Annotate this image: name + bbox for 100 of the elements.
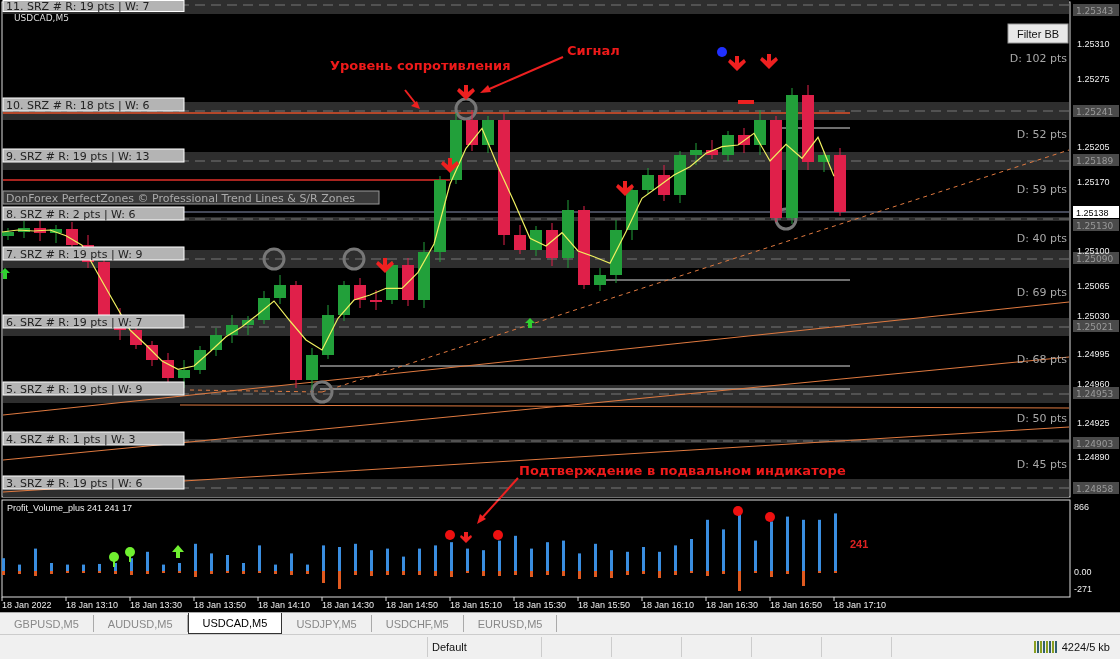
zone-price-tag: 1.24953: [1073, 387, 1119, 399]
dot-marker: [445, 530, 455, 540]
indicator-title: Profit_Volume_plus 241 241 17: [7, 503, 133, 513]
zone-label: 5. SRZ # R: 19 pts | W: 9: [2, 381, 185, 396]
time-label: 18 Jan 16:10: [642, 600, 695, 610]
candlestick: [738, 127, 750, 154]
distance-label: D: 59 pts: [1016, 183, 1067, 196]
volume-bar: [754, 540, 757, 573]
candlestick: [418, 241, 430, 309]
volume-bar: [482, 550, 485, 576]
price-tick: 1.25100: [1077, 246, 1110, 256]
volume-bar: [178, 563, 181, 573]
tick-mark: [769, 596, 771, 602]
scale-label: -271: [1074, 584, 1092, 594]
volume-bar: [210, 553, 213, 574]
volume-bar: [338, 547, 341, 589]
circle-marker: [262, 247, 286, 271]
indicator-label: DonForex PerfectZones © Professional Trend Lines & S/R Zones: [2, 190, 380, 205]
time-label: 18 Jan 15:50: [578, 600, 631, 610]
distance-label: D: 50 pts: [1016, 412, 1067, 425]
candlestick: [546, 222, 558, 267]
tick-mark: [193, 596, 195, 602]
volume-bar: [450, 542, 453, 577]
time-label: 18 Jan 14:30: [322, 600, 375, 610]
candlestick: [402, 257, 414, 307]
tick-mark: [65, 596, 67, 602]
volume-bar: [322, 545, 325, 583]
time-label: 18 Jan 2022: [2, 600, 52, 610]
tick-mark: [449, 596, 451, 602]
candlestick: [50, 224, 62, 244]
candlestick: [610, 219, 622, 284]
filter-button[interactable]: Filter BB: [1007, 23, 1069, 44]
down-arrow-icon: [376, 258, 394, 273]
zone-label: 8. SRZ # R: 2 pts | W: 6: [2, 206, 185, 221]
annotation-arrow: [477, 477, 519, 524]
down-arrow-icon: [457, 85, 475, 100]
volume-bar: [562, 540, 565, 576]
volume-bar: [434, 545, 437, 576]
volume-bar: [130, 558, 133, 575]
volume-bar: [402, 556, 405, 575]
candlestick: [226, 314, 238, 344]
volume-bar: [578, 553, 581, 579]
volume-bar: [546, 542, 549, 575]
price-tick: 1.25310: [1077, 39, 1110, 49]
candlestick: [306, 347, 318, 391]
volume-bar: [274, 564, 277, 574]
tick-mark: [513, 596, 515, 602]
volume-bar: [802, 519, 805, 586]
distance-label: D: 69 pts: [1016, 286, 1067, 299]
volume-bar: [514, 535, 517, 575]
candlestick: [530, 225, 542, 257]
down-arrow-icon: [760, 54, 778, 69]
tree-marker: [125, 547, 135, 562]
tree-marker: [109, 552, 119, 567]
zone-price-tag: 1.24903: [1073, 437, 1119, 449]
time-label: 18 Jan 16:50: [770, 600, 823, 610]
volume-bar: [354, 543, 357, 575]
volume-bar: [610, 550, 613, 578]
volume-bar: [674, 545, 677, 575]
candlestick: [690, 142, 702, 166]
time-label: 18 Jan 13:10: [66, 600, 119, 610]
candlestick: [146, 340, 158, 367]
circle-marker: [342, 247, 366, 271]
annotation-arrow: [404, 89, 420, 109]
candlestick: [754, 109, 766, 156]
volume-bar: [658, 551, 661, 578]
zone-label: 9. SRZ # R: 19 pts | W: 13: [2, 148, 185, 163]
distance-label: D: 102 pts: [1009, 52, 1067, 65]
scale-label: 0.00: [1074, 567, 1092, 577]
down-arrow-icon: [728, 56, 746, 71]
candlestick: [514, 224, 526, 255]
volume-bar: [242, 563, 245, 574]
dot-marker: [733, 506, 743, 516]
candlestick: [386, 260, 398, 305]
circle-marker: [310, 380, 334, 404]
chart-tab[interactable]: USDCAD,M5: [187, 613, 283, 634]
zone-price-tag: 1.25130: [1073, 219, 1119, 231]
price-tick: 1.24960: [1077, 379, 1110, 389]
volume-bar: [498, 540, 501, 576]
tick-mark: [321, 596, 323, 602]
volume-bar: [162, 564, 165, 573]
time-label: 18 Jan 14:50: [386, 600, 439, 610]
zone-label: 3. SRZ # R: 19 pts | W: 6: [2, 475, 185, 490]
price-tick: 1.25030: [1077, 311, 1110, 321]
price-tick: 1.24925: [1077, 418, 1110, 428]
volume-bar: [2, 558, 5, 575]
tick-mark: [833, 596, 835, 602]
zone-label: 6. SRZ # R: 19 pts | W: 7: [2, 314, 185, 329]
up-arrow-icon: [525, 318, 535, 328]
volume-bar: [818, 519, 821, 573]
candlestick: [258, 290, 270, 325]
zone-price-tag: 1.25241: [1073, 105, 1119, 117]
annotation-text: Уровень сопротивления: [330, 58, 511, 73]
symbol-label: USDCAD,M5: [14, 13, 69, 23]
annotation-text: Сигнал: [567, 43, 620, 58]
dot-marker: [717, 47, 727, 57]
volume-bar: [98, 563, 101, 573]
volume-bar: [706, 519, 709, 576]
volume-bar: [226, 555, 229, 573]
profile-status: Default: [428, 637, 542, 657]
